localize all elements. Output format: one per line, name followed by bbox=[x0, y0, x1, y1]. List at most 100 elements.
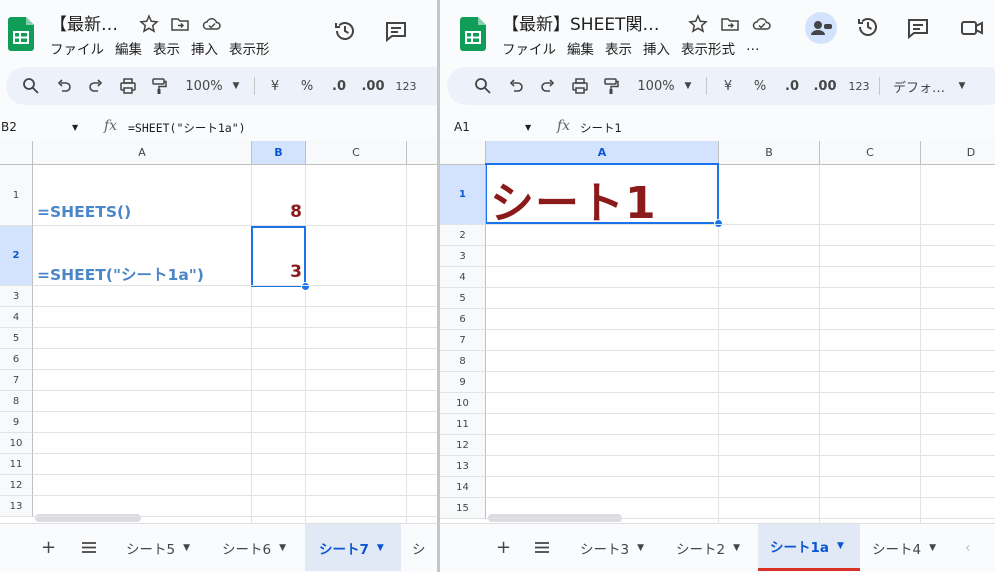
zoom-select[interactable]: 100% bbox=[636, 76, 676, 96]
row-header-4[interactable]: 4 bbox=[0, 307, 33, 328]
row-header-10[interactable]: 10 bbox=[0, 433, 33, 454]
percent-button[interactable]: % bbox=[300, 76, 314, 96]
zoom-select[interactable]: 100% bbox=[184, 76, 224, 96]
tab-sheet6[interactable]: シート6 ▼ bbox=[208, 524, 304, 571]
tab-dropdown-icon[interactable]: ▼ bbox=[183, 543, 190, 553]
comment-icon[interactable] bbox=[906, 16, 930, 40]
font-select[interactable]: デフォ… bbox=[893, 76, 949, 96]
undo-icon[interactable] bbox=[508, 76, 524, 96]
row-header-6[interactable]: 6 bbox=[0, 349, 33, 370]
add-sheet-icon[interactable]: + bbox=[41, 524, 56, 571]
history-icon[interactable] bbox=[856, 15, 880, 39]
column-header-b[interactable]: B bbox=[252, 141, 306, 165]
column-header-a[interactable]: A bbox=[33, 141, 252, 165]
row-header-12[interactable]: 12 bbox=[440, 435, 486, 456]
cloud-saved-icon[interactable] bbox=[202, 14, 222, 34]
tab-sheet4[interactable]: シート4 ▼ bbox=[860, 524, 956, 571]
spreadsheet-grid[interactable]: A B C D シート1 1 2 3 4 5 6 7 8 9 10 11 12 13 14 15 bbox=[440, 141, 995, 524]
cell-b1[interactable]: 8 bbox=[252, 202, 302, 222]
cell-a2[interactable]: =SHEET("シート1a") bbox=[37, 263, 204, 285]
menu-format[interactable]: 表示形 bbox=[229, 38, 270, 58]
column-header-c[interactable]: C bbox=[306, 141, 407, 165]
more-formats-button[interactable]: 123 bbox=[847, 76, 871, 96]
search-icon[interactable] bbox=[474, 76, 492, 96]
row-header-13[interactable]: 13 bbox=[440, 456, 486, 477]
tab-sheet2[interactable]: シート2 ▼ bbox=[662, 524, 758, 571]
row-header-2[interactable]: 2 bbox=[440, 225, 486, 246]
paint-format-icon[interactable] bbox=[603, 76, 619, 96]
print-icon[interactable] bbox=[571, 76, 589, 96]
print-icon[interactable] bbox=[119, 76, 137, 96]
add-sheet-icon[interactable]: + bbox=[496, 524, 511, 571]
menu-view[interactable]: 表示 bbox=[153, 38, 180, 58]
sheets-logo[interactable] bbox=[8, 17, 34, 51]
search-icon[interactable] bbox=[22, 76, 40, 96]
move-folder-icon[interactable] bbox=[720, 14, 740, 34]
share-avatar-icon[interactable] bbox=[805, 12, 837, 44]
row-header-10[interactable]: 10 bbox=[440, 393, 486, 414]
menu-edit[interactable]: 編集 bbox=[115, 38, 142, 58]
formula-input[interactable]: シート1 bbox=[580, 120, 622, 136]
tab-dropdown-icon[interactable]: ▼ bbox=[377, 543, 384, 553]
tab-sheet1a[interactable]: シート1a ▼ bbox=[758, 524, 860, 571]
row-header-4[interactable]: 4 bbox=[440, 267, 486, 288]
undo-icon[interactable] bbox=[56, 76, 72, 96]
row-header-9[interactable]: 9 bbox=[0, 412, 33, 433]
move-folder-icon[interactable] bbox=[170, 14, 190, 34]
more-formats-button[interactable]: 123 bbox=[394, 76, 418, 96]
tab-dropdown-icon[interactable]: ▼ bbox=[733, 543, 740, 553]
cell-a1[interactable]: =SHEETS() bbox=[37, 203, 131, 221]
row-header-2[interactable]: 2 bbox=[0, 226, 33, 286]
history-icon[interactable] bbox=[333, 19, 357, 43]
row-header-9[interactable]: 9 bbox=[440, 372, 486, 393]
percent-button[interactable]: % bbox=[753, 76, 767, 96]
row-header-5[interactable]: 5 bbox=[440, 288, 486, 309]
scroll-left-icon[interactable]: ‹ bbox=[965, 524, 971, 571]
name-box-dropdown-icon[interactable]: ▼ bbox=[72, 123, 78, 132]
column-header-b[interactable]: B bbox=[719, 141, 820, 165]
meet-icon[interactable] bbox=[960, 16, 984, 40]
column-header-d[interactable]: D bbox=[921, 141, 995, 165]
row-header-1[interactable]: 1 bbox=[440, 165, 486, 225]
name-box-dropdown-icon[interactable]: ▼ bbox=[525, 123, 531, 132]
name-box[interactable]: B2 bbox=[1, 120, 17, 134]
menu-file[interactable]: ファイル bbox=[502, 38, 556, 58]
row-header-7[interactable]: 7 bbox=[0, 370, 33, 391]
menu-view[interactable]: 表示 bbox=[605, 38, 632, 58]
dropdown-icon[interactable]: ▼ bbox=[683, 76, 693, 96]
select-all-corner[interactable] bbox=[440, 141, 486, 165]
row-header-3[interactable]: 3 bbox=[0, 286, 33, 307]
menu-format[interactable]: 表示形式 bbox=[681, 38, 735, 58]
document-title[interactable]: 【最新】SHEET関… bbox=[502, 10, 659, 35]
currency-button[interactable]: ¥ bbox=[268, 76, 282, 96]
tab-dropdown-icon[interactable]: ▼ bbox=[279, 543, 286, 553]
dropdown-icon[interactable]: ▼ bbox=[957, 76, 967, 96]
row-header-15[interactable]: 15 bbox=[440, 498, 486, 519]
menu-insert[interactable]: 挿入 bbox=[191, 38, 218, 58]
tab-sheet5[interactable]: シート5 ▼ bbox=[112, 524, 208, 571]
row-header-13[interactable]: 13 bbox=[0, 496, 33, 517]
select-all-corner[interactable] bbox=[0, 141, 33, 165]
row-header-8[interactable]: 8 bbox=[0, 391, 33, 412]
redo-icon[interactable] bbox=[88, 76, 104, 96]
tab-partial[interactable]: シ bbox=[408, 524, 437, 571]
increase-decimal-button[interactable]: .00 bbox=[361, 76, 385, 96]
column-header-c[interactable]: C bbox=[820, 141, 921, 165]
decrease-decimal-button[interactable]: .0 bbox=[329, 76, 349, 96]
cloud-saved-icon[interactable] bbox=[752, 14, 772, 34]
menu-file[interactable]: ファイル bbox=[50, 38, 104, 58]
decrease-decimal-button[interactable]: .0 bbox=[782, 76, 802, 96]
menu-insert[interactable]: 挿入 bbox=[643, 38, 670, 58]
menu-edit[interactable]: 編集 bbox=[567, 38, 594, 58]
sheets-logo[interactable] bbox=[460, 17, 486, 51]
currency-button[interactable]: ¥ bbox=[721, 76, 735, 96]
star-icon[interactable] bbox=[688, 14, 708, 34]
row-header-14[interactable]: 14 bbox=[440, 477, 486, 498]
tab-sheet3[interactable]: シート3 ▼ bbox=[566, 524, 662, 571]
row-header-6[interactable]: 6 bbox=[440, 309, 486, 330]
column-header-d[interactable] bbox=[407, 141, 437, 165]
star-icon[interactable] bbox=[139, 14, 159, 34]
row-header-3[interactable]: 3 bbox=[440, 246, 486, 267]
dropdown-icon[interactable]: ▼ bbox=[231, 76, 241, 96]
row-header-11[interactable]: 11 bbox=[440, 414, 486, 435]
